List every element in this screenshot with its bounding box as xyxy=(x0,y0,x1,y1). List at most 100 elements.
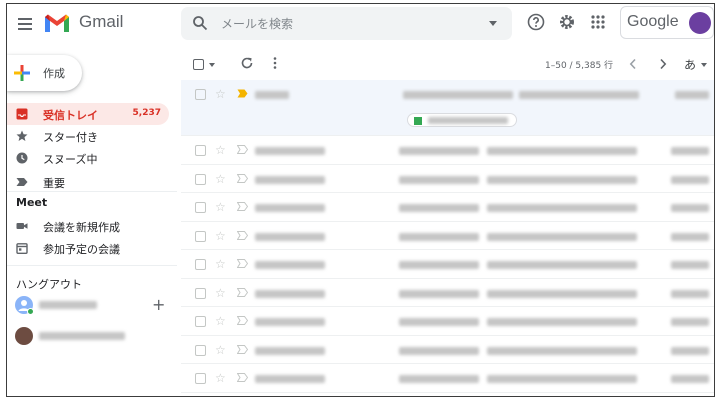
attachment-name xyxy=(428,117,508,124)
row-important-icon[interactable] xyxy=(237,344,248,354)
sidebar-item-label: スター付き xyxy=(43,131,98,144)
email-row[interactable]: ☆ xyxy=(181,164,714,193)
add-hangout-plus-icon[interactable]: + xyxy=(152,295,165,314)
row-subject xyxy=(399,147,479,155)
email-row[interactable]: ☆ xyxy=(181,250,714,279)
select-options-chevron-icon[interactable] xyxy=(209,63,215,67)
row-subject xyxy=(399,318,479,326)
row-subject xyxy=(399,346,479,355)
email-row[interactable]: ☆ xyxy=(181,221,714,250)
email-row[interactable]: ☆ xyxy=(181,278,714,307)
sidebar-divider xyxy=(7,191,177,192)
search-icon[interactable] xyxy=(192,15,208,31)
email-row[interactable]: ☆ xyxy=(181,307,714,336)
apps-grid-icon[interactable] xyxy=(588,12,608,32)
row-star-icon[interactable]: ☆ xyxy=(215,371,226,385)
sidebar-item-upcoming-meetings[interactable]: 参加予定の会議 xyxy=(7,237,169,259)
row-subject xyxy=(399,261,479,269)
row-checkbox[interactable] xyxy=(195,316,206,327)
row-date xyxy=(671,232,709,241)
row-date xyxy=(671,346,709,355)
row-star-icon[interactable]: ☆ xyxy=(215,200,226,214)
row-important-icon[interactable] xyxy=(237,316,248,325)
row-star-icon[interactable]: ☆ xyxy=(215,343,226,357)
row-sender xyxy=(255,261,325,269)
search-bar[interactable] xyxy=(181,7,512,40)
refresh-icon[interactable] xyxy=(240,56,254,70)
row-important-icon[interactable] xyxy=(237,202,248,211)
gmail-logo-icon[interactable] xyxy=(44,13,70,33)
row-star-icon[interactable]: ☆ xyxy=(215,257,226,271)
row-sender xyxy=(255,289,325,298)
row-checkbox[interactable] xyxy=(195,287,206,299)
sidebar-item-inbox[interactable]: 受信トレイ 5,237 xyxy=(7,103,169,125)
row-star-icon[interactable]: ☆ xyxy=(215,314,226,328)
email-row[interactable]: ☆ xyxy=(181,193,714,222)
account-avatar[interactable] xyxy=(689,12,711,34)
hangouts-user-avatar[interactable] xyxy=(15,296,34,315)
attachment-chip[interactable] xyxy=(407,113,517,127)
sidebar-item-starred[interactable]: スター付き xyxy=(7,125,169,147)
help-icon[interactable] xyxy=(526,12,546,32)
row-subject xyxy=(399,175,479,184)
compose-plus-icon xyxy=(14,65,30,81)
sidebar-item-label: 受信トレイ xyxy=(43,109,98,122)
row-checkbox[interactable] xyxy=(195,259,206,270)
row-snippet xyxy=(487,261,637,269)
sidebar-item-snoozed[interactable]: スヌーズ中 xyxy=(7,147,169,169)
search-input[interactable] xyxy=(221,14,471,33)
input-tool-chevron-icon[interactable] xyxy=(701,63,707,67)
sidebar-item-label: 重要 xyxy=(43,177,65,190)
row-checkbox[interactable] xyxy=(195,344,206,356)
row-snippet xyxy=(487,346,637,355)
email-row[interactable]: ☆ xyxy=(181,80,714,136)
star-icon xyxy=(16,130,28,141)
chevron-right-icon[interactable] xyxy=(659,58,667,70)
compose-button[interactable]: 作成 xyxy=(7,55,82,91)
row-important-icon[interactable] xyxy=(237,259,248,268)
row-date xyxy=(671,261,709,269)
select-all-checkbox[interactable] xyxy=(193,59,204,70)
email-row[interactable]: ☆ xyxy=(181,136,714,165)
chevron-left-icon[interactable] xyxy=(629,58,637,70)
row-important-icon[interactable] xyxy=(237,89,248,98)
google-wordmark: Google xyxy=(627,13,679,30)
sidebar-item-important[interactable]: 重要 xyxy=(7,171,169,193)
google-account-switcher[interactable]: Google xyxy=(620,6,714,39)
email-row[interactable]: ☆ xyxy=(181,335,714,364)
row-checkbox[interactable] xyxy=(195,373,206,384)
row-star-icon[interactable]: ☆ xyxy=(215,172,226,186)
email-list: ☆ ☆ ☆ ☆ ☆ ☆ ☆ ☆ ☆ ☆ xyxy=(181,80,714,393)
inbox-icon xyxy=(16,108,28,120)
row-checkbox[interactable] xyxy=(195,173,206,185)
gmail-wordmark: Gmail xyxy=(79,12,124,31)
row-important-icon[interactable] xyxy=(237,373,248,382)
row-star-icon[interactable]: ☆ xyxy=(215,229,226,243)
settings-gear-icon[interactable] xyxy=(557,12,577,32)
row-checkbox[interactable] xyxy=(195,202,206,213)
hangouts-contact-avatar[interactable] xyxy=(15,327,33,345)
search-options-chevron-icon[interactable] xyxy=(489,21,497,26)
row-snippet xyxy=(487,232,637,241)
row-important-icon[interactable] xyxy=(237,287,248,297)
row-star-icon[interactable]: ☆ xyxy=(215,286,226,300)
row-important-icon[interactable] xyxy=(237,145,248,154)
attachment-file-icon xyxy=(414,117,422,125)
row-important-icon[interactable] xyxy=(237,230,248,240)
sidebar-item-new-meeting[interactable]: 会議を新規作成 xyxy=(7,215,169,237)
row-important-icon[interactable] xyxy=(237,173,248,183)
row-checkbox[interactable] xyxy=(195,145,206,156)
row-star-icon[interactable]: ☆ xyxy=(215,143,226,157)
row-subject xyxy=(399,232,479,241)
row-sender xyxy=(255,232,325,241)
list-toolbar: 1–50 / 5,385 行 あ xyxy=(181,48,714,80)
email-row[interactable]: ☆ xyxy=(181,364,714,393)
more-vert-icon[interactable] xyxy=(272,56,278,70)
row-checkbox[interactable] xyxy=(195,230,206,242)
row-checkbox[interactable] xyxy=(195,89,206,100)
main-menu-button[interactable] xyxy=(13,12,37,36)
clock-icon xyxy=(16,152,28,164)
row-snippet xyxy=(519,91,639,99)
input-tool-button[interactable]: あ xyxy=(684,56,696,73)
row-star-icon[interactable]: ☆ xyxy=(215,87,226,101)
